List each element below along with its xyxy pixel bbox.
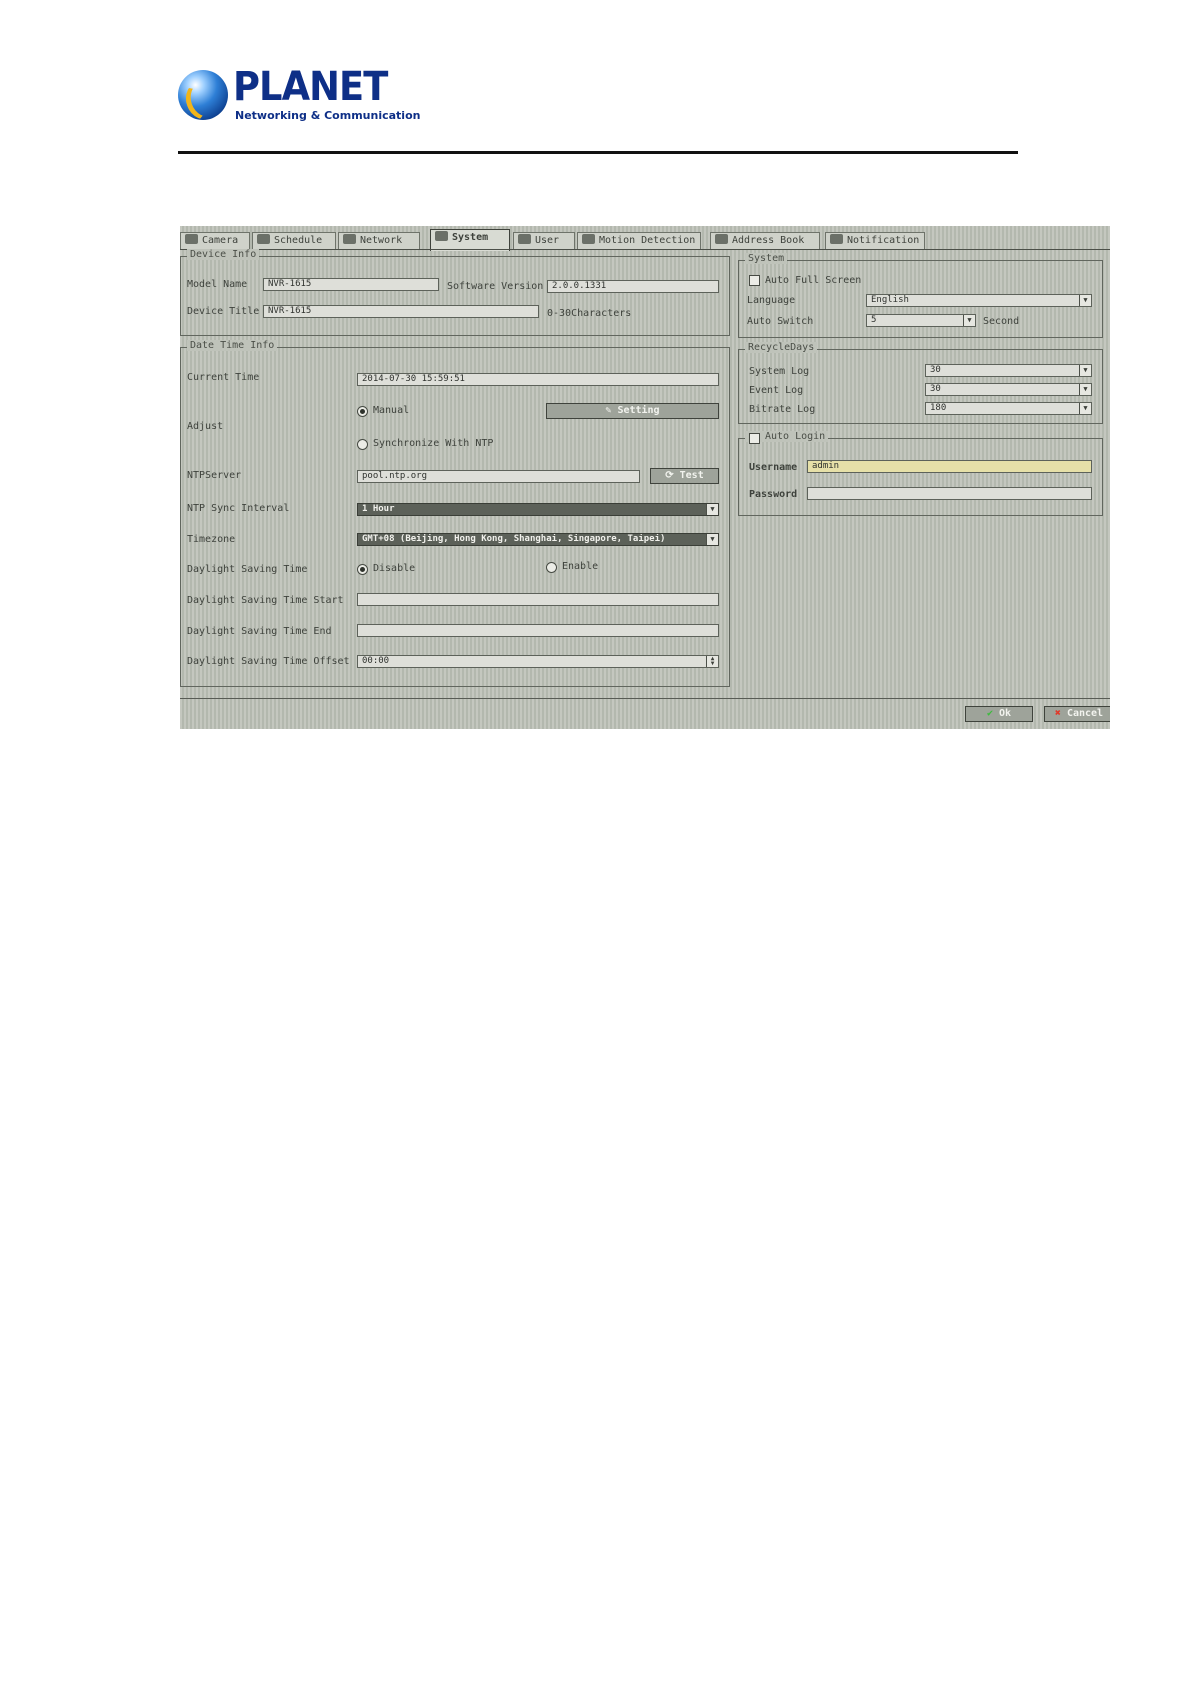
password-label: Password: [749, 489, 798, 500]
refresh-icon: ⟳: [665, 470, 674, 481]
device-info-group: Device Info Model Name NVR-1615 Software…: [180, 249, 730, 336]
ntp-server-field[interactable]: pool.ntp.org: [357, 470, 640, 483]
adjust-label: Adjust: [187, 421, 224, 432]
system-log-label: System Log: [749, 366, 810, 377]
auto-switch-unit: Second: [983, 316, 1020, 327]
ntp-server-label: NTPServer: [187, 470, 242, 481]
chevron-down-icon: ▼: [1079, 365, 1091, 376]
tab-network[interactable]: Network: [338, 232, 420, 249]
ntp-interval-select[interactable]: 1 Hour ▼: [357, 503, 719, 516]
model-name-label: Model Name: [187, 279, 248, 290]
dst-enable-radio[interactable]: [546, 562, 557, 573]
tab-notification[interactable]: Notification: [825, 232, 925, 249]
current-time-field[interactable]: 2014-07-30 15:59:51: [357, 373, 719, 386]
chevron-down-icon: ▼: [706, 534, 718, 545]
cancel-button[interactable]: ✖ Cancel: [1044, 706, 1110, 722]
event-log-select[interactable]: 30 ▼: [925, 383, 1092, 396]
system-log-select[interactable]: 30 ▼: [925, 364, 1092, 377]
system-group: System Auto Full Screen Language English…: [738, 253, 1103, 338]
bitrate-log-select[interactable]: 180 ▼: [925, 402, 1092, 415]
header-divider: [178, 151, 1018, 154]
dst-offset-spinner[interactable]: 00:00 ▲ ▼: [357, 655, 719, 668]
auto-switch-select[interactable]: 5 ▼: [866, 314, 976, 327]
auto-full-screen-checkbox[interactable]: [749, 275, 760, 286]
dst-start-label: Daylight Saving Time Start: [187, 595, 344, 606]
username-label: Username: [749, 462, 798, 473]
language-select[interactable]: English ▼: [866, 294, 1092, 307]
logo-tagline: Networking & Communication: [235, 109, 421, 122]
tab-address-book[interactable]: Address Book: [710, 232, 820, 249]
manual-radio[interactable]: [357, 406, 368, 417]
auto-switch-label: Auto Switch: [747, 316, 814, 327]
tab-bar: Camera Schedule Network System User Moti…: [180, 229, 1110, 251]
tab-user[interactable]: User: [513, 232, 575, 249]
device-title-label: Device Title: [187, 306, 260, 317]
address-book-icon: [715, 234, 728, 244]
date-time-info-title: Date Time Info: [187, 340, 278, 351]
bitrate-log-label: Bitrate Log: [749, 404, 816, 415]
device-title-field[interactable]: NVR-1615: [263, 305, 539, 318]
dst-offset-label: Daylight Saving Time Offset: [187, 656, 350, 667]
chevron-down-icon: ▼: [1079, 384, 1091, 395]
ok-button[interactable]: ✔ Ok: [965, 706, 1033, 722]
current-time-label: Current Time: [187, 372, 260, 383]
tab-schedule[interactable]: Schedule: [252, 232, 336, 249]
device-title-hint: 0-30Characters: [547, 308, 632, 319]
software-version-field[interactable]: 2.0.0.1331: [547, 280, 719, 293]
tab-camera[interactable]: Camera: [180, 232, 250, 249]
dst-disable-radio[interactable]: [357, 564, 368, 575]
dst-end-field[interactable]: [357, 624, 719, 637]
recycle-days-group: RecycleDays System Log 30 ▼ Event Log 30…: [738, 342, 1103, 424]
date-time-info-group: Date Time Info Current Time 2014-07-30 1…: [180, 340, 730, 687]
recycle-days-title: RecycleDays: [745, 342, 818, 353]
system-icon: [435, 231, 448, 241]
motion-icon: [582, 234, 595, 244]
ntp-interval-label: NTP Sync Interval: [187, 503, 290, 514]
username-field[interactable]: admin: [807, 460, 1092, 473]
logo-wordmark: PLANET: [233, 64, 388, 110]
user-icon: [518, 234, 531, 244]
chevron-down-icon: ▼: [1079, 403, 1091, 414]
chevron-down-icon: ▼: [1079, 295, 1091, 306]
auto-login-checkbox[interactable]: [749, 433, 760, 444]
chevron-down-icon: ▼: [706, 504, 718, 515]
schedule-icon: [257, 234, 270, 244]
timezone-label: Timezone: [187, 534, 236, 545]
software-version-label: Software Version: [447, 281, 544, 292]
language-label: Language: [747, 295, 796, 306]
sync-ntp-radio[interactable]: [357, 439, 368, 450]
checkmark-icon: ✔: [986, 708, 993, 719]
chevron-down-icon: ▼: [963, 315, 975, 326]
network-icon: [343, 234, 356, 244]
timezone-select[interactable]: GMT+08 (Beijing, Hong Kong, Shanghai, Si…: [357, 533, 719, 546]
dst-label: Daylight Saving Time: [187, 564, 308, 575]
camera-icon: [185, 234, 198, 244]
auto-full-screen-label: Auto Full Screen: [765, 275, 862, 286]
spinner-arrows-icon: ▲ ▼: [706, 656, 718, 667]
manual-label: Manual: [373, 405, 410, 416]
sync-ntp-label: Synchronize With NTP: [373, 438, 494, 449]
system-title: System: [745, 253, 788, 264]
device-info-title: Device Info: [187, 249, 260, 260]
dst-enable-label: Enable: [562, 561, 599, 572]
event-log-label: Event Log: [749, 385, 804, 396]
auto-login-group: Auto Login Username admin Password: [738, 431, 1103, 516]
test-button[interactable]: ⟳ Test: [650, 468, 719, 484]
wrench-icon: ✎: [605, 405, 612, 416]
planet-logo: PLANET Networking & Communication: [178, 64, 420, 126]
password-field[interactable]: [807, 487, 1092, 500]
tab-system[interactable]: System: [430, 229, 510, 251]
dst-disable-label: Disable: [373, 563, 416, 574]
nvr-settings-screenshot: Camera Schedule Network System User Moti…: [180, 226, 1110, 729]
notification-icon: [830, 234, 843, 244]
dst-end-label: Daylight Saving Time End: [187, 626, 332, 637]
tab-motion-detection[interactable]: Motion Detection: [577, 232, 701, 249]
close-icon: ✖: [1054, 708, 1061, 719]
setting-button[interactable]: ✎ Setting: [546, 403, 719, 419]
dst-start-field[interactable]: [357, 593, 719, 606]
model-name-field[interactable]: NVR-1615: [263, 278, 439, 291]
document-header: PLANET Networking & Communication: [178, 64, 1018, 154]
